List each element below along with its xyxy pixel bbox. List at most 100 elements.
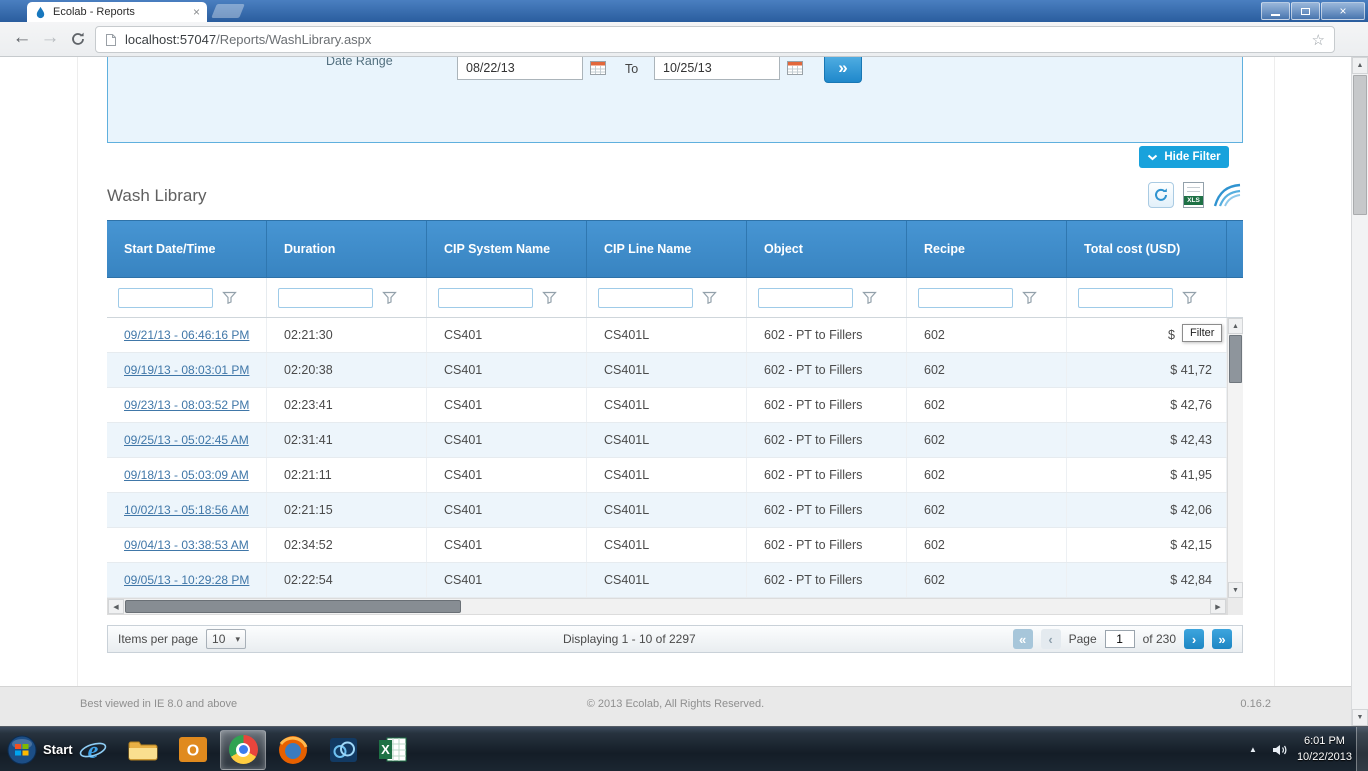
taskbar-outlook-button[interactable]: O <box>170 730 216 770</box>
start-datetime-link[interactable]: 09/04/13 - 03:38:53 AM <box>107 528 267 562</box>
taskbar-explorer-button[interactable] <box>120 730 166 770</box>
table-vertical-scrollbar[interactable]: ▲ ▼ <box>1227 318 1243 598</box>
page-number-input[interactable] <box>1104 630 1135 648</box>
clock-date: 10/22/2013 <box>1296 750 1352 763</box>
scroll-up-icon[interactable]: ▲ <box>1352 57 1368 74</box>
print-preview-icon[interactable] <box>1213 182 1241 208</box>
close-window-button[interactable]: × <box>1321 2 1365 20</box>
bookmark-star-icon[interactable]: ☆ <box>1312 31 1325 49</box>
cip-line-cell: CS401L <box>587 563 747 597</box>
taskbar-lync-button[interactable] <box>320 730 366 770</box>
url-path: /Reports/WashLibrary.aspx <box>216 32 372 47</box>
start-datetime-link[interactable]: 09/05/13 - 10:29:28 PM <box>107 563 267 597</box>
calendar-to-icon[interactable] <box>787 60 803 75</box>
svg-text:O: O <box>187 743 199 760</box>
tray-expand-icon[interactable]: ▲ <box>1244 741 1262 759</box>
tab-close-icon[interactable]: × <box>193 6 200 18</box>
column-header-3[interactable]: CIP Line Name <box>587 221 747 277</box>
reload-button[interactable] <box>66 31 90 53</box>
scroll-down-icon[interactable]: ▼ <box>1352 709 1368 726</box>
column-header-5[interactable]: Recipe <box>907 221 1067 277</box>
items-per-page-select[interactable]: 10 ▾ <box>206 629 247 649</box>
last-page-button[interactable]: » <box>1212 629 1232 649</box>
column-filter-input-3[interactable] <box>598 287 693 308</box>
date-from-input[interactable] <box>457 57 583 80</box>
browser-tab[interactable]: Ecolab - Reports × <box>27 2 207 22</box>
start-datetime-link[interactable]: 09/21/13 - 06:46:16 PM <box>107 318 267 352</box>
filter-funnel-icon[interactable] <box>382 291 397 304</box>
first-page-button[interactable]: « <box>1012 629 1033 649</box>
table-horizontal-scrollbar[interactable]: ◀ ▶ <box>107 598 1227 615</box>
page-label: Page <box>1068 632 1097 646</box>
date-to-input[interactable] <box>654 57 780 80</box>
export-xls-button[interactable]: XLS <box>1183 182 1204 208</box>
start-datetime-link[interactable]: 10/02/13 - 05:18:56 AM <box>107 493 267 527</box>
taskbar-excel-button[interactable]: X <box>370 730 416 770</box>
column-header-6[interactable]: Total cost (USD) <box>1067 221 1227 277</box>
show-desktop-button[interactable] <box>1356 727 1368 771</box>
start-datetime-link[interactable]: 09/25/13 - 05:02:45 AM <box>107 423 267 457</box>
scroll-up-icon[interactable]: ▲ <box>1228 318 1243 334</box>
start-datetime-link[interactable]: 09/23/13 - 08:03:52 PM <box>107 388 267 422</box>
apply-filter-button[interactable]: » <box>824 57 862 83</box>
taskbar-ie-button[interactable]: e <box>70 730 116 770</box>
filter-funnel-icon[interactable] <box>542 291 557 304</box>
ecolab-favicon-droplet-icon <box>36 6 45 18</box>
cip-system-cell: CS401 <box>427 353 587 387</box>
column-header-0[interactable]: Start Date/Time <box>107 221 267 277</box>
address-bar[interactable]: localhost:57047 /Reports/WashLibrary.asp… <box>95 26 1335 53</box>
filter-funnel-icon[interactable] <box>862 291 877 304</box>
scroll-right-icon[interactable]: ▶ <box>1210 599 1226 614</box>
vertical-scroll-thumb[interactable] <box>1229 335 1242 383</box>
page-right-edge <box>1274 57 1275 686</box>
total-cost-cell: $ 42,43 <box>1067 423 1227 457</box>
filter-funnel-icon[interactable] <box>222 291 237 304</box>
column-header-4[interactable]: Object <box>747 221 907 277</box>
new-tab-button[interactable] <box>211 4 245 18</box>
volume-icon[interactable] <box>1272 744 1287 756</box>
filter-funnel-icon[interactable] <box>702 291 717 304</box>
cip-line-cell: CS401L <box>587 353 747 387</box>
tab-title: Ecolab - Reports <box>53 6 135 18</box>
taskbar-firefox-button[interactable] <box>270 730 316 770</box>
start-label: Start <box>43 742 73 757</box>
chevron-down-icon <box>1148 154 1158 160</box>
column-header-2[interactable]: CIP System Name <box>427 221 587 277</box>
pagination-bar: Items per page 10 ▾ Displaying 1 - 10 of… <box>107 625 1243 653</box>
column-header-1[interactable]: Duration <box>267 221 427 277</box>
minimize-button[interactable] <box>1261 2 1290 20</box>
scroll-left-icon[interactable]: ◀ <box>108 599 124 614</box>
to-label: To <box>625 62 639 76</box>
back-button[interactable]: ← <box>10 27 34 49</box>
column-filter-input-2[interactable] <box>438 287 533 308</box>
restore-button[interactable] <box>1291 2 1320 20</box>
column-filter-input-6[interactable] <box>1078 287 1173 308</box>
next-page-button[interactable]: › <box>1184 629 1204 649</box>
column-filter-input-5[interactable] <box>918 287 1013 308</box>
previous-page-button[interactable]: ‹ <box>1040 629 1061 649</box>
filter-funnel-icon[interactable] <box>1022 291 1037 304</box>
taskbar-chrome-button[interactable] <box>220 729 266 770</box>
start-datetime-link[interactable]: 09/18/13 - 05:03:09 AM <box>107 458 267 492</box>
refresh-report-button[interactable] <box>1148 182 1174 208</box>
clock-time: 6:01 PM <box>1303 735 1345 748</box>
items-per-page-label: Items per page <box>118 632 199 646</box>
scroll-down-icon[interactable]: ▼ <box>1228 582 1243 598</box>
calendar-from-icon[interactable] <box>590 60 606 75</box>
table-row: 09/04/13 - 03:38:53 AM 02:34:52 CS401 CS401… <box>107 528 1243 563</box>
forward-button[interactable]: → <box>38 27 62 49</box>
browser-scroll-thumb[interactable] <box>1353 75 1367 215</box>
refresh-icon <box>1155 188 1167 201</box>
cip-system-cell: CS401 <box>427 563 587 597</box>
taskbar-clock[interactable]: 6:01 PM 10/22/2013 <box>1297 734 1352 765</box>
horizontal-scroll-thumb[interactable] <box>125 600 461 613</box>
column-filter-input-4[interactable] <box>758 287 853 308</box>
column-filter-input-1[interactable] <box>278 287 373 308</box>
filter-funnel-icon[interactable] <box>1182 291 1197 304</box>
start-datetime-link[interactable]: 09/19/13 - 08:03:01 PM <box>107 353 267 387</box>
hide-filter-button[interactable]: Hide Filter <box>1139 146 1229 168</box>
filter-panel: Date Range To » <box>107 57 1243 143</box>
start-button[interactable]: Start <box>2 727 81 771</box>
browser-scrollbar[interactable]: ▲ ▼ <box>1351 57 1368 726</box>
column-filter-input-0[interactable] <box>118 287 213 308</box>
